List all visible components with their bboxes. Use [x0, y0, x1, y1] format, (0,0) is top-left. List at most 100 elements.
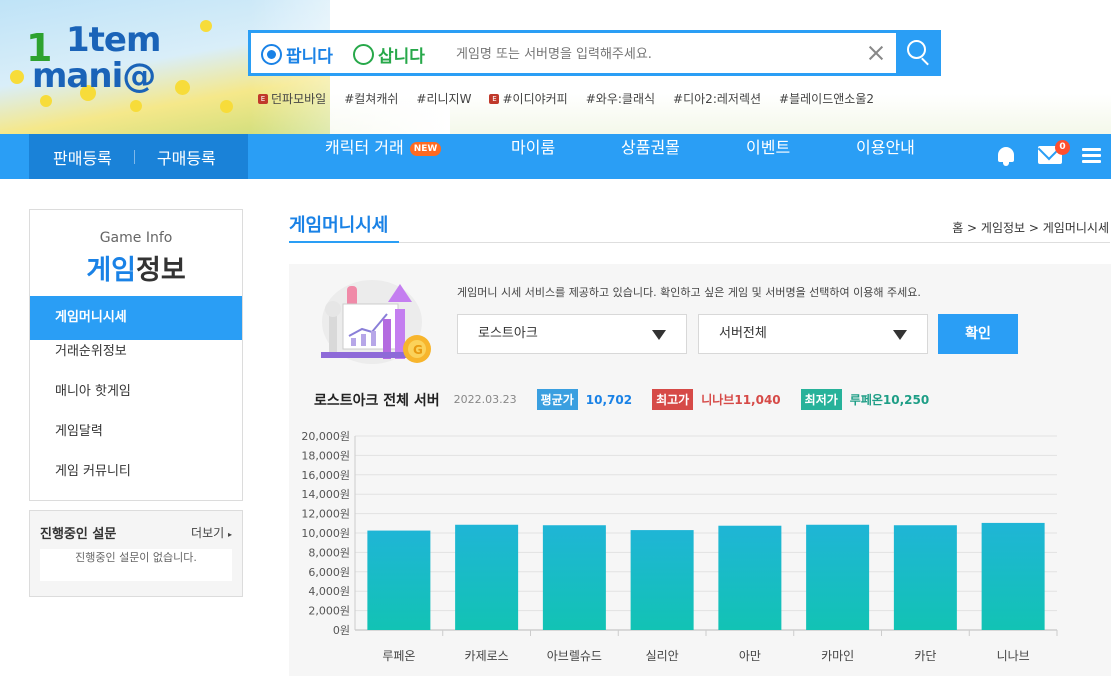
new-badge: NEW [409, 142, 442, 156]
nav-item-label: 캐릭터 거래 [325, 138, 404, 157]
page-title: 게임머니시세 [289, 215, 389, 236]
site-logo[interactable]: 1 1tem mani@ [26, 20, 196, 96]
tag-link[interactable]: #리니지W [416, 90, 471, 107]
buy-radio[interactable]: 삽니다 [353, 43, 425, 67]
radio-unchecked-icon [353, 43, 374, 65]
sidebar-item-hot-games[interactable]: 매니아 핫게임 [30, 380, 242, 420]
survey-empty-message: 진행중인 설문이 없습니다. [40, 549, 232, 581]
sidebar-item-trade-ranking[interactable]: 거래순위정보 [30, 340, 242, 380]
sell-radio[interactable]: 팝니다 [261, 43, 333, 67]
breadcrumb[interactable]: 홈 > 게임정보 > 게임머니시세 [952, 219, 1109, 236]
buy-radio-label: 삽니다 [378, 46, 425, 67]
buy-register-link[interactable]: 구매등록 [157, 145, 216, 169]
y-tick-label: 0원 [333, 624, 350, 637]
nav-item-event[interactable]: 이벤트 [746, 134, 790, 179]
tag-label: #와우:클래식 [585, 92, 656, 106]
game-select[interactable]: 로스트아크 [457, 314, 687, 354]
tag-link[interactable]: #와우:클래식 [586, 90, 655, 107]
y-tick-label: 10,000원 [301, 527, 350, 540]
event-badge-icon: E [258, 93, 268, 104]
confirm-button[interactable]: 확인 [938, 314, 1018, 354]
nav-item-giftcard-mall[interactable]: 상품권몰 [621, 134, 680, 179]
server-select[interactable]: 서버전체 [698, 314, 928, 354]
bell-icon[interactable] [995, 145, 1017, 167]
sidebar-item-game-community[interactable]: 게임 커뮤니티 [30, 460, 242, 500]
x-tick-label: 카마인 [821, 649, 854, 663]
bar-7[interactable] [981, 522, 1045, 630]
sidebar-item-game-calendar[interactable]: 게임달력 [30, 420, 242, 460]
min-price-value: 루페온10,250 [849, 393, 930, 407]
sidebar: Game Info 게임정보 게임머니시세 거래순위정보 매니아 핫게임 게임달… [29, 209, 243, 501]
bar-0[interactable] [367, 530, 431, 630]
radio-checked-icon [261, 43, 282, 65]
caret-down-icon [893, 330, 907, 340]
survey-box: 진행중인 설문 더보기 ▸ 진행중인 설문이 없습니다. [29, 510, 243, 597]
survey-title: 진행중인 설문 [40, 527, 117, 542]
svg-text:G: G [413, 343, 423, 357]
sidebar-subtitle: Game Info [99, 230, 173, 246]
x-tick-label: 카제로스 [465, 649, 509, 663]
x-tick-label: 아만 [739, 649, 761, 663]
chevron-right-icon: ▸ [227, 530, 232, 539]
avg-price-label: 평균가 [536, 389, 578, 410]
bar-2[interactable] [542, 525, 606, 630]
hamburger-menu-icon[interactable] [1082, 148, 1101, 164]
x-tick-label: 루페온 [382, 649, 415, 663]
x-tick-label: 니나브 [997, 649, 1030, 663]
tag-link[interactable]: #컬쳐캐쉬 [344, 90, 398, 107]
nav-item-myroom[interactable]: 마이룸 [511, 134, 555, 179]
stats-date: 2022.03.23 [453, 393, 517, 406]
y-tick-label: 2,000원 [308, 605, 350, 618]
tag-label: #컬쳐캐쉬 [344, 92, 399, 106]
price-bar-chart: 20,000원 18,000원 16,000원 14,000원 12,000원 10,00… [301, 430, 1058, 663]
tag-link[interactable]: E 던파모바일 [258, 90, 326, 107]
tag-link[interactable]: #디아2:레저렉션 [673, 90, 761, 107]
bar-4[interactable] [718, 525, 782, 630]
logo-text-top: 1tem [66, 20, 161, 60]
y-tick-label: 20,000원 [301, 430, 350, 443]
search-button[interactable] [896, 30, 941, 76]
min-price-label: 최저가 [800, 389, 842, 410]
avg-price-value: 10,702 [585, 392, 633, 407]
bar-5[interactable] [806, 524, 870, 630]
bar-1[interactable] [455, 524, 519, 630]
x-tick-label: 실리안 [646, 649, 679, 663]
search-icon [907, 40, 926, 59]
bar-3[interactable] [630, 530, 694, 630]
bar-6[interactable] [893, 525, 957, 630]
nav-item-guide[interactable]: 이용안내 [856, 134, 915, 179]
service-description: 게임머니 시세 서비스를 제공하고 있습니다. 확인하고 싶은 게임 및 서버명… [457, 286, 921, 299]
sell-register-link[interactable]: 판매등록 [53, 145, 112, 169]
tag-label: #블레이드앤소울2 [779, 92, 875, 106]
y-tick-label: 12,000원 [301, 508, 350, 521]
y-tick-label: 16,000원 [301, 469, 350, 482]
price-stats: 로스트아크 전체 서버 2022.03.23 평균가 10,702 최고가 니나… [314, 389, 929, 410]
event-badge-icon: E [489, 93, 500, 104]
mail-count-badge: 0 [1055, 140, 1070, 155]
close-icon[interactable] [865, 42, 887, 64]
sell-radio-label: 팝니다 [286, 46, 333, 67]
tag-label: #리니지W [416, 92, 472, 106]
tag-label: #디아2:레저렉션 [673, 92, 762, 106]
logo-text-bottom: mani@ [32, 56, 156, 96]
sidebar-menu: 게임머니시세 거래순위정보 매니아 핫게임 게임달력 게임 커뮤니티 [30, 296, 242, 500]
popular-tags: E 던파모바일 #컬쳐캐쉬 #리니지W E #이디야커피 #와우:클래식 #디아2:레저렉션 #… [258, 90, 874, 107]
sidebar-title: 게임정보 [86, 255, 186, 286]
tag-link[interactable]: E #이디야커피 [489, 90, 568, 107]
main-nav: 판매등록 구매등록 캐릭터 거래 NEW 마이룸 상품권몰 이벤트 이용안내 [0, 134, 1111, 179]
price-panel: G 게임머니 시세 서비스를 제공하고 있습니다. 확인하고 싶은 게임 및 서… [289, 264, 1111, 676]
x-tick-label: 카단 [914, 649, 936, 663]
tag-link[interactable]: #블레이드앤소울2 [779, 90, 874, 107]
max-price-label: 최고가 [652, 389, 694, 410]
tag-label: 던파모바일 [271, 92, 327, 106]
caret-down-icon [652, 330, 666, 340]
y-tick-label: 14,000원 [301, 488, 350, 501]
tag-label: #이디야커피 [502, 92, 568, 106]
y-tick-label: 8,000원 [308, 546, 350, 559]
survey-more-link[interactable]: 더보기 ▸ [191, 524, 232, 541]
search-input[interactable] [456, 43, 856, 65]
price-chart-illustration: G [321, 280, 431, 364]
game-select-value: 로스트아크 [478, 326, 538, 341]
sidebar-item-game-money-price[interactable]: 게임머니시세 [30, 296, 242, 340]
nav-item-character-trade[interactable]: 캐릭터 거래 NEW [325, 134, 442, 179]
